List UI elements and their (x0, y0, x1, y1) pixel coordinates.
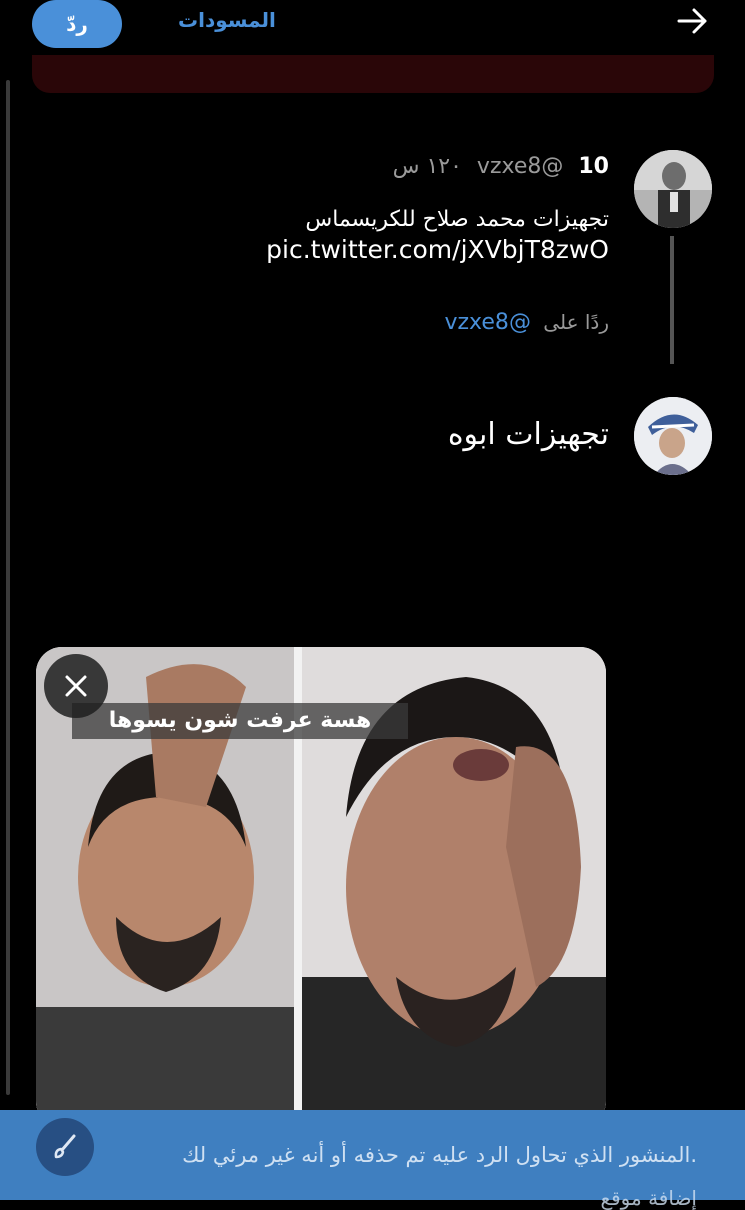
parent-tweet-header: 10 @vzxe8 ١٢٠ س (393, 154, 609, 179)
scrollbar[interactable] (6, 80, 10, 1095)
replying-to-mention[interactable]: @vzxe8 (444, 310, 530, 335)
attached-image: هسة عرفت شون يسوها (36, 647, 606, 1127)
replying-to-prefix: ردًا على (543, 310, 609, 334)
parent-tweet-time: ١٢٠ س (392, 154, 462, 179)
thread-connector (670, 236, 674, 364)
reply-button[interactable]: ردّ (32, 0, 122, 48)
add-location-partial[interactable]: إضافة موقع (600, 1186, 697, 1210)
parent-tweet-text: تجهيزات محمد صلاح للكريسماس (305, 207, 609, 232)
notice-text: .المنشور الذي تحاول الرد عليه تم حذفه أو… (182, 1143, 697, 1167)
compose-card-edge (32, 55, 714, 93)
close-icon (65, 675, 87, 697)
parent-author-handle[interactable]: @vzxe8 (477, 154, 563, 179)
parent-author-avatar[interactable] (634, 150, 712, 228)
brush-icon (54, 1134, 76, 1159)
reply-text-input[interactable]: تجهيزات ابوه (448, 417, 609, 452)
arrow-right-icon[interactable] (676, 6, 710, 36)
parent-tweet-link[interactable]: pic.twitter.com/jXVbjT8zwO (266, 235, 609, 264)
parent-author-name[interactable]: 10 (578, 154, 609, 179)
edit-image-button[interactable] (36, 1118, 94, 1176)
drafts-link[interactable]: المسودات (178, 8, 276, 32)
remove-media-button[interactable] (44, 654, 108, 718)
image-caption: هسة عرفت شون يسوها (108, 708, 372, 733)
compose-top-bar: ردّ المسودات (0, 0, 745, 50)
replying-to: ردًا على @vzxe8 (444, 310, 609, 335)
user-avatar[interactable] (634, 397, 712, 475)
